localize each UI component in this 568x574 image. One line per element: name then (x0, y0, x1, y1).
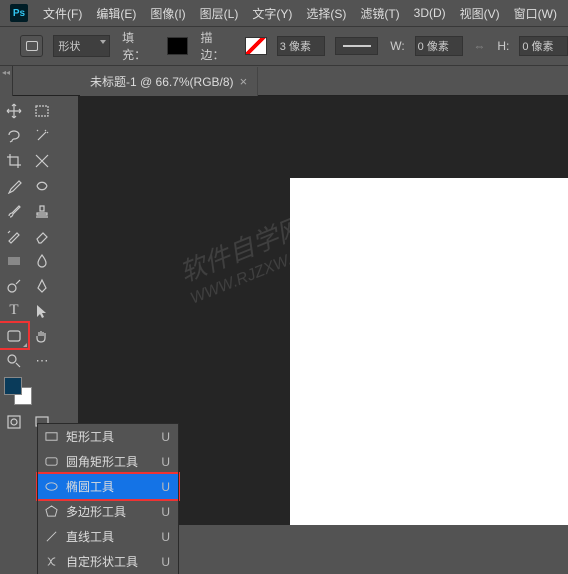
stroke-style-dropdown[interactable] (335, 37, 378, 55)
tool-palette: T ⋯ (0, 96, 60, 434)
eraser-tool[interactable] (28, 223, 56, 248)
zoom-tool[interactable] (0, 348, 28, 373)
custom-shape-icon (44, 555, 58, 569)
menu-layer[interactable]: 图层(L) (193, 5, 246, 22)
heal-tool[interactable] (28, 173, 56, 198)
close-icon[interactable]: × (240, 74, 248, 89)
document-tab-bar: 未标题-1 @ 66.7%(RGB/8) × (0, 66, 568, 96)
stroke-label: 描边： (200, 29, 235, 63)
crop-tool[interactable] (0, 148, 28, 173)
flyout-ellipse[interactable]: 椭圆工具U (38, 474, 178, 499)
menu-image[interactable]: 图像(I) (143, 5, 192, 22)
gradient-tool[interactable] (0, 248, 28, 273)
edit-toolbar[interactable]: ⋯ (28, 348, 56, 373)
height-label: H: (497, 39, 509, 53)
options-bar: 形状 填充： 描边： 3 像素 W: 0 像素 ⇔ H: 0 像素 (0, 26, 568, 66)
app-logo: Ps (10, 4, 28, 22)
flyout-custom-shape[interactable]: 自定形状工具U (38, 549, 178, 574)
stroke-width-input[interactable]: 3 像素 (277, 36, 326, 56)
stroke-swatch[interactable] (245, 37, 266, 55)
menu-edit[interactable]: 编辑(E) (89, 5, 143, 22)
line-icon (44, 530, 58, 544)
flyout-rounded-rectangle[interactable]: 圆角矩形工具U (38, 449, 178, 474)
tab-title: 未标题-1 @ 66.7%(RGB/8) (90, 73, 234, 90)
path-select-tool[interactable] (28, 298, 56, 323)
rounded-rect-icon (44, 455, 58, 469)
marquee-tool[interactable] (28, 98, 56, 123)
menu-view[interactable]: 视图(V) (453, 5, 507, 22)
width-input[interactable]: 0 像素 (415, 36, 464, 56)
move-tool[interactable] (0, 98, 28, 123)
brush-tool[interactable] (0, 198, 28, 223)
width-label: W: (390, 39, 404, 53)
type-tool[interactable]: T (0, 298, 28, 323)
hand-tool[interactable] (28, 323, 56, 348)
flyout-line[interactable]: 直线工具U (38, 524, 178, 549)
menu-file[interactable]: 文件(F) (36, 5, 89, 22)
menu-3d[interactable]: 3D(D) (407, 6, 453, 20)
ellipse-icon (44, 480, 58, 494)
canvas[interactable] (290, 178, 568, 525)
eyedropper-tool[interactable] (0, 173, 28, 198)
wand-tool[interactable] (28, 123, 56, 148)
color-swatches[interactable] (4, 377, 32, 405)
stamp-tool[interactable] (28, 198, 56, 223)
tool-preset-button[interactable] (20, 35, 43, 57)
menu-window[interactable]: 窗口(W) (507, 5, 564, 22)
menu-filter[interactable]: 滤镜(T) (353, 5, 406, 22)
pen-tool[interactable] (28, 273, 56, 298)
document-tab[interactable]: 未标题-1 @ 66.7%(RGB/8) × (80, 67, 258, 96)
lasso-tool[interactable] (0, 123, 28, 148)
rectangle-icon (44, 430, 58, 444)
slice-tool[interactable] (28, 148, 56, 173)
fill-swatch[interactable] (167, 37, 188, 55)
menu-select[interactable]: 选择(S) (299, 5, 353, 22)
height-input[interactable]: 0 像素 (519, 36, 568, 56)
polygon-icon (44, 505, 58, 519)
shape-tool-flyout: 矩形工具U 圆角矩形工具U 椭圆工具U 多边形工具U 直线工具U 自定形状工具U (38, 424, 178, 574)
flyout-rectangle[interactable]: 矩形工具U (38, 424, 178, 449)
flyout-polygon[interactable]: 多边形工具U (38, 499, 178, 524)
dodge-tool[interactable] (0, 273, 28, 298)
quickmask-button[interactable] (0, 409, 28, 434)
blur-tool[interactable] (28, 248, 56, 273)
menu-bar: Ps 文件(F) 编辑(E) 图像(I) 图层(L) 文字(Y) 选择(S) 滤… (0, 0, 568, 26)
link-icon[interactable]: ⇔ (473, 39, 485, 53)
foreground-color[interactable] (4, 377, 22, 395)
fill-label: 填充： (122, 29, 157, 63)
shape-tool[interactable] (0, 323, 28, 348)
shape-mode-dropdown[interactable]: 形状 (53, 35, 110, 57)
menu-type[interactable]: 文字(Y) (245, 5, 299, 22)
history-brush-tool[interactable] (0, 223, 28, 248)
